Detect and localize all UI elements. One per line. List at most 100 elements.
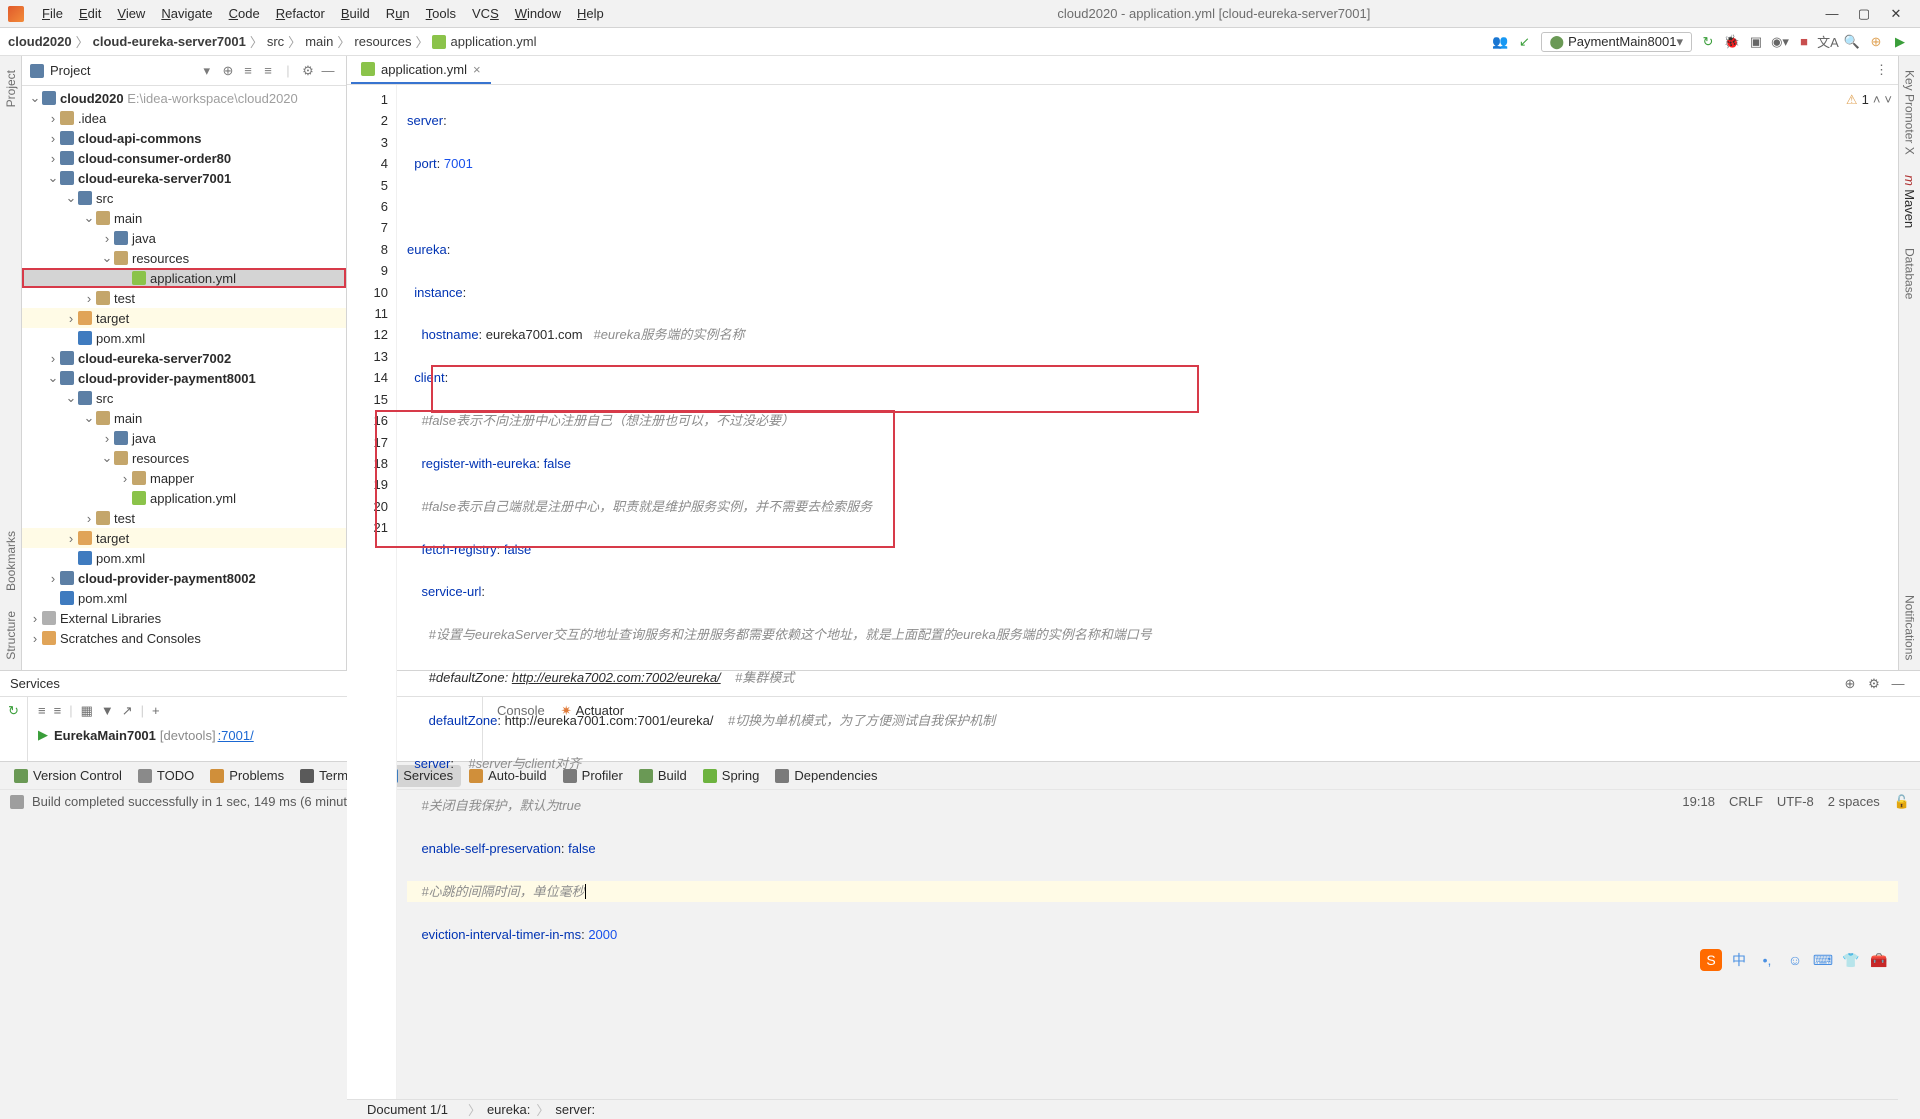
maximize-button[interactable]: ▢ [1848,6,1880,22]
inspection-widget[interactable]: ⚠ 1 ˄ ˅ [1846,89,1892,110]
yaml-file-icon [432,35,446,49]
menu-tools[interactable]: Tools [418,6,464,21]
search-button[interactable]: 🔍 [1841,31,1863,53]
breadcrumb-main[interactable]: main [305,34,333,49]
profile-button[interactable]: ◉▾ [1769,31,1791,53]
warning-icon: ⚠ [1846,89,1858,110]
selected-file: application.yml [22,268,346,288]
menu-help[interactable]: Help [569,6,612,21]
ime-skin-icon[interactable]: 👕 [1840,949,1862,971]
update-button[interactable]: ⊕ [1865,31,1887,53]
bookmarks-tool-tab[interactable]: Bookmarks [2,521,20,601]
expand-icon[interactable]: ≡ [238,63,258,78]
breadcrumb-resources[interactable]: resources [354,34,411,49]
svc-filter-icon[interactable]: ▼ [101,703,114,719]
editor-pane: application.yml × ⋮ 12345678910111213141… [347,56,1898,670]
breadcrumb-src[interactable]: src [267,34,284,49]
right-tool-strip: Key Promoter X m Maven Database Notifica… [1898,56,1920,670]
maven-tab[interactable]: m Maven [1900,165,1919,238]
add-user-icon[interactable]: 👥 [1490,31,1512,53]
svc-collapse-icon[interactable]: ≡ [54,703,62,719]
next-highlight-icon[interactable]: ˅ [1884,89,1892,110]
yaml-path-2[interactable]: server: [555,1102,595,1117]
ide-logo-icon [8,6,24,22]
project-tool-tab[interactable]: Project [2,60,20,117]
svc-group-icon[interactable]: ▦ [81,703,93,719]
close-button[interactable]: ✕ [1880,6,1912,22]
sogou-icon[interactable]: S [1700,949,1722,971]
ime-keyboard-icon[interactable]: ⌨ [1812,949,1834,971]
menu-window[interactable]: Window [507,6,569,21]
run-button[interactable]: ↻ [1697,31,1719,53]
menu-code[interactable]: Code [221,6,268,21]
editor-tabs: application.yml × ⋮ [347,56,1898,85]
minimize-button[interactable]: — [1816,6,1848,21]
menu-file[interactable]: FFileile [34,6,71,21]
service-devtools: [devtools] [160,728,216,743]
locate-icon[interactable]: ⊕ [218,63,238,79]
settings-icon[interactable]: ⚙ [298,63,318,79]
yaml-path-1[interactable]: eureka: [487,1102,530,1117]
project-view-dropdown[interactable]: ▾ [203,63,210,79]
key-promoter-tab[interactable]: Key Promoter X [1901,60,1919,165]
todo-tab[interactable]: TODO [130,765,202,787]
svc-add-icon[interactable]: + [152,703,160,719]
menu-run[interactable]: Run [378,6,418,21]
notifications-tab[interactable]: Notifications [1901,585,1919,670]
services-toolbar: ↻ [0,697,28,761]
build-hammer-icon[interactable]: ↙ [1514,31,1536,53]
spring-icon: ⬤ [1550,34,1565,50]
debug-button[interactable]: 🐞 [1721,31,1743,53]
service-name: EurekaMain7001 [54,728,156,743]
breadcrumb-module[interactable]: cloud-eureka-server7001 [93,34,246,49]
editor-body[interactable]: 123456789101112131415161718192021 server… [347,85,1898,1099]
navigation-bar: cloud2020 〉 cloud-eureka-server7001 〉 sr… [0,28,1920,56]
editor-tab[interactable]: application.yml × [351,56,491,84]
breadcrumb-file[interactable]: application.yml [450,34,536,49]
menu-bar: FFileile Edit View Navigate Code Refacto… [0,0,1920,28]
coverage-button[interactable]: ▣ [1745,31,1767,53]
svc-layout-icon[interactable]: ↗ [122,703,133,719]
project-tree[interactable]: ⌄cloud2020 E:\idea-workspace\cloud2020 ›… [22,86,346,670]
collapse-icon[interactable]: ≡ [258,63,278,78]
version-control-tab[interactable]: Version Control [6,765,130,787]
menu-vcs[interactable]: VCS [464,6,507,21]
project-panel: Project ▾ ⊕ ≡ ≡ | ⚙ — ⌄cloud2020 E:\idea… [22,56,347,670]
ime-toolbar: S 中 •, ☺ ⌨ 👕 🧰 [1700,949,1890,971]
chevron-down-icon: ▾ [1676,34,1683,50]
code-area[interactable]: server: port: 7001 eureka: instance: hos… [397,85,1898,1099]
ime-punct-icon[interactable]: •, [1756,949,1778,971]
svc-expand-icon[interactable]: ≡ [38,703,46,719]
menu-view[interactable]: View [109,6,153,21]
ime-lang-icon[interactable]: 中 [1728,949,1750,971]
run-config-selector[interactable]: ⬤ PaymentMain8001 ▾ [1541,32,1693,52]
hide-icon[interactable]: — [318,63,338,78]
play-icon: ▶ [38,727,48,743]
ime-emoji-icon[interactable]: ☺ [1784,949,1806,971]
rerun-icon[interactable]: ↻ [4,701,24,721]
menu-build[interactable]: Build [333,6,378,21]
menu-edit[interactable]: Edit [71,6,109,21]
run-config-name: PaymentMain8001 [1568,34,1676,49]
status-icon[interactable] [10,795,24,809]
divider: | [278,63,298,78]
structure-tool-tab[interactable]: Structure [2,601,20,670]
close-tab-icon[interactable]: × [473,62,481,77]
service-port-link[interactable]: :7001/ [218,728,254,743]
project-label[interactable]: Project [50,63,203,78]
problems-tab[interactable]: Problems [202,765,292,787]
database-tab[interactable]: Database [1901,238,1919,309]
line-gutter: 123456789101112131415161718192021 [347,85,397,1099]
menu-navigate[interactable]: Navigate [153,6,220,21]
tab-more-icon[interactable]: ⋮ [1865,62,1898,78]
project-icon [30,64,44,78]
breadcrumb-root[interactable]: cloud2020 [8,34,72,49]
menu-refactor[interactable]: Refactor [268,6,333,21]
stop-button[interactable]: ■ [1793,31,1815,53]
run-anything-button[interactable]: ▶ [1889,31,1911,53]
left-tool-strip: Project Bookmarks Structure [0,56,22,670]
ime-tools-icon[interactable]: 🧰 [1868,949,1890,971]
yaml-file-icon [361,62,375,76]
translate-button[interactable]: 文A [1817,31,1839,53]
prev-highlight-icon[interactable]: ˄ [1873,89,1881,110]
